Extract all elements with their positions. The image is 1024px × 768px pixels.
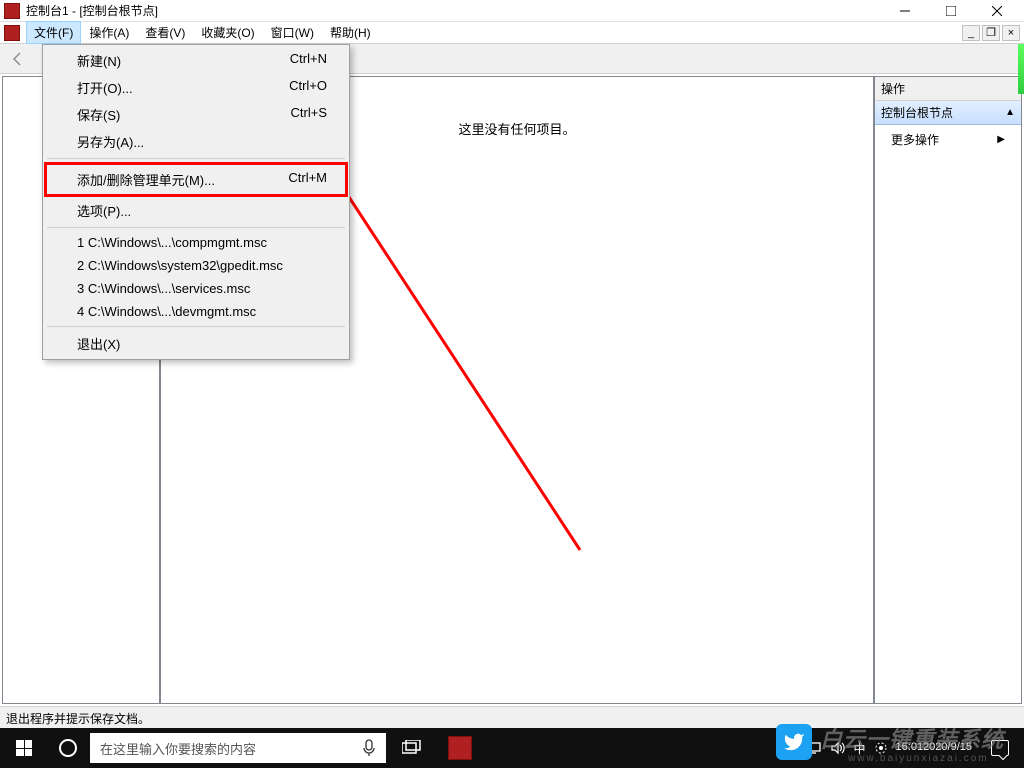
menu-favorites[interactable]: 收藏夹(O) bbox=[193, 21, 262, 44]
menu-action[interactable]: 操作(A) bbox=[81, 21, 137, 44]
mdi-app-icon[interactable] bbox=[4, 25, 20, 41]
action-more-label: 更多操作 bbox=[891, 131, 939, 148]
menu-exit[interactable]: 退出(X) bbox=[45, 330, 347, 357]
menu-open-label: 打开(O)... bbox=[77, 78, 133, 97]
mdi-minimize-button[interactable]: _ bbox=[962, 25, 980, 41]
menu-save-shortcut: Ctrl+S bbox=[291, 105, 327, 124]
task-view-icon bbox=[402, 740, 422, 756]
menu-window[interactable]: 窗口(W) bbox=[263, 21, 322, 44]
cortana-icon bbox=[59, 739, 77, 757]
menu-recent-1-label: 1 C:\Windows\...\compmgmt.msc bbox=[77, 235, 267, 250]
menu-saveas-label: 另存为(A)... bbox=[77, 132, 144, 151]
menu-new[interactable]: 新建(N) Ctrl+N bbox=[45, 47, 347, 74]
file-dropdown-menu: 新建(N) Ctrl+N 打开(O)... Ctrl+O 保存(S) Ctrl+… bbox=[42, 44, 350, 360]
action-panel: 操作 控制台根节点 ▲ 更多操作 ▶ bbox=[874, 76, 1022, 704]
menu-saveas[interactable]: 另存为(A)... bbox=[45, 128, 347, 155]
maximize-icon bbox=[946, 6, 956, 16]
action-more[interactable]: 更多操作 ▶ bbox=[875, 125, 1021, 154]
twitter-logo-overlay bbox=[776, 724, 812, 760]
menu-recent-4-label: 4 C:\Windows\...\devmgmt.msc bbox=[77, 304, 256, 319]
close-button[interactable] bbox=[974, 1, 1020, 21]
twitter-icon bbox=[783, 731, 805, 753]
menu-help[interactable]: 帮助(H) bbox=[322, 21, 379, 44]
menu-add-remove-snapin[interactable]: 添加/删除管理单元(M)... Ctrl+M bbox=[44, 162, 348, 197]
mdi-close-button[interactable]: × bbox=[1002, 25, 1020, 41]
green-indicator bbox=[1018, 44, 1024, 94]
collapse-icon: ▲ bbox=[1005, 107, 1015, 118]
cortana-button[interactable] bbox=[48, 728, 88, 768]
action-section-label: 控制台根节点 bbox=[881, 104, 953, 121]
menu-separator bbox=[47, 158, 345, 159]
title-bar: 控制台1 - [控制台根节点] bbox=[0, 0, 1024, 22]
menu-separator bbox=[47, 227, 345, 228]
mmc-app-icon bbox=[448, 736, 472, 760]
submenu-icon: ▶ bbox=[997, 134, 1005, 145]
watermark-url: www.baiyunxiazai.com bbox=[848, 753, 989, 764]
back-icon bbox=[10, 51, 26, 67]
minimize-button[interactable] bbox=[882, 1, 928, 21]
start-button[interactable] bbox=[0, 728, 48, 768]
watermark-text: 白云一键重装系统 bbox=[820, 722, 1004, 754]
action-section[interactable]: 控制台根节点 ▲ bbox=[875, 101, 1021, 125]
menu-add-remove-shortcut: Ctrl+M bbox=[288, 170, 327, 189]
menu-recent-2[interactable]: 2 C:\Windows\system32\gpedit.msc bbox=[45, 254, 347, 277]
taskbar-app-mmc[interactable] bbox=[436, 728, 484, 768]
menu-file[interactable]: 文件(F) bbox=[26, 21, 81, 44]
menu-bar: 文件(F) 操作(A) 查看(V) 收藏夹(O) 窗口(W) 帮助(H) _ ❐… bbox=[0, 22, 1024, 44]
microphone-icon bbox=[362, 739, 376, 757]
menu-recent-4[interactable]: 4 C:\Windows\...\devmgmt.msc bbox=[45, 300, 347, 323]
menu-recent-2-label: 2 C:\Windows\system32\gpedit.msc bbox=[77, 258, 283, 273]
empty-message: 这里没有任何项目。 bbox=[458, 119, 575, 138]
minimize-icon bbox=[900, 6, 910, 16]
window-title: 控制台1 - [控制台根节点] bbox=[26, 2, 882, 19]
menu-open[interactable]: 打开(O)... Ctrl+O bbox=[45, 74, 347, 101]
menu-save[interactable]: 保存(S) Ctrl+S bbox=[45, 101, 347, 128]
windows-logo-icon bbox=[16, 740, 32, 756]
menu-new-shortcut: Ctrl+N bbox=[290, 51, 327, 70]
search-placeholder: 在这里输入你要搜索的内容 bbox=[100, 739, 362, 758]
action-header: 操作 bbox=[875, 77, 1021, 101]
maximize-button[interactable] bbox=[928, 1, 974, 21]
menu-recent-3[interactable]: 3 C:\Windows\...\services.msc bbox=[45, 277, 347, 300]
menu-options[interactable]: 选项(P)... bbox=[45, 197, 347, 224]
menu-new-label: 新建(N) bbox=[77, 51, 121, 70]
menu-options-label: 选项(P)... bbox=[77, 201, 131, 220]
menu-add-remove-label: 添加/删除管理单元(M)... bbox=[77, 170, 215, 189]
menu-separator bbox=[47, 326, 345, 327]
menu-recent-3-label: 3 C:\Windows\...\services.msc bbox=[77, 281, 250, 296]
menu-save-label: 保存(S) bbox=[77, 105, 120, 124]
close-icon bbox=[992, 6, 1002, 16]
search-input[interactable]: 在这里输入你要搜索的内容 bbox=[90, 733, 386, 763]
menu-view[interactable]: 查看(V) bbox=[137, 21, 193, 44]
task-view-button[interactable] bbox=[388, 728, 436, 768]
menu-exit-label: 退出(X) bbox=[77, 334, 120, 353]
app-icon bbox=[4, 3, 20, 19]
menu-recent-1[interactable]: 1 C:\Windows\...\compmgmt.msc bbox=[45, 231, 347, 254]
mdi-restore-button[interactable]: ❐ bbox=[982, 25, 1000, 41]
back-button[interactable] bbox=[6, 47, 30, 71]
menu-open-shortcut: Ctrl+O bbox=[289, 78, 327, 97]
